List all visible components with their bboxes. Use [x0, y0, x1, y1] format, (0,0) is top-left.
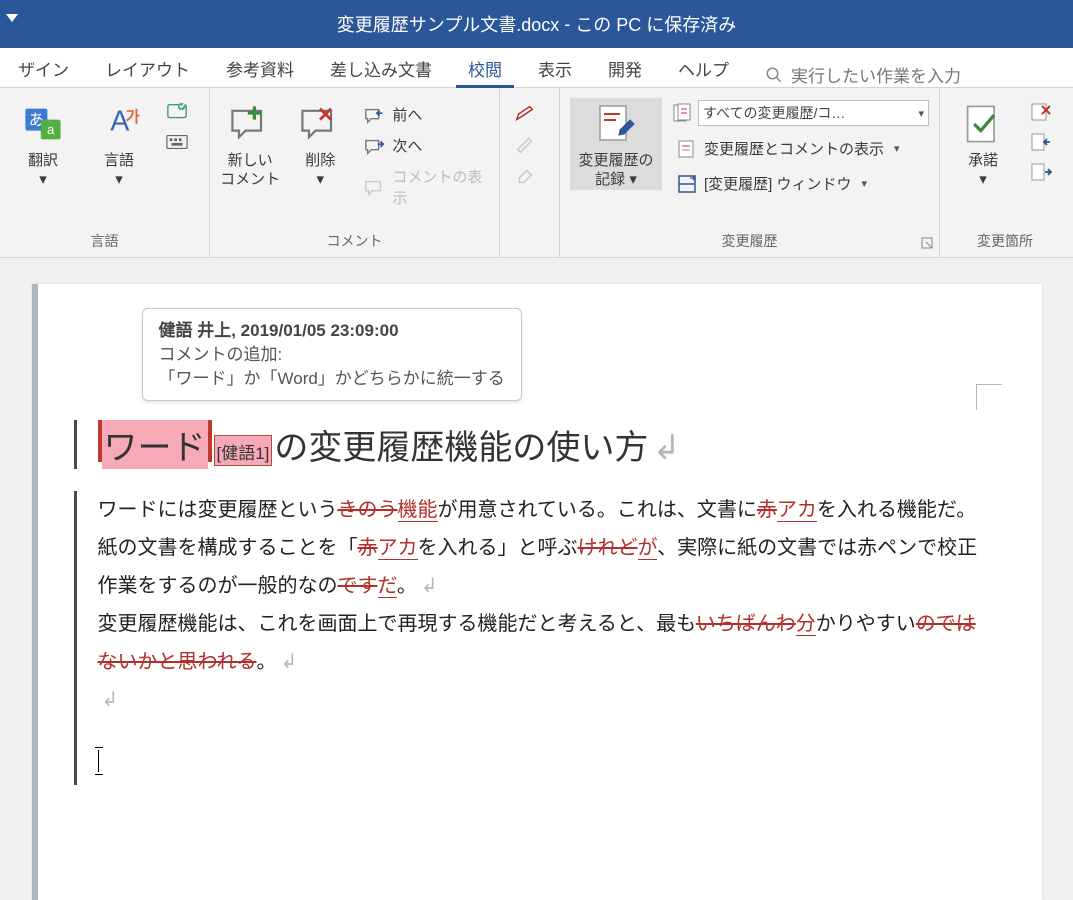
next-icon [364, 136, 386, 156]
heading-rest[interactable]: の変更履歴機能の使い方 [274, 420, 648, 469]
comment-reference[interactable]: [健語1] [214, 435, 273, 466]
reviewing-pane-button[interactable]: [変更履歴] ウィンドウ ▾ [672, 171, 929, 196]
document-page[interactable]: 健語 井上, 2019/01/05 23:09:00 コメントの追加: 「ワード… [32, 284, 1042, 900]
crop-mark [976, 384, 1002, 410]
comment-tooltip: 健語 井上, 2019/01/05 23:09:00 コメントの追加: 「ワード… [142, 308, 522, 401]
track-changes-button[interactable]: 変更履歴の 記録 ▾ [570, 98, 662, 190]
group-tracking: 変更履歴の 記録 ▾ すべての変更履歴/コ… ▾ 変更履歴とコメントの表示 ▾ [560, 88, 940, 257]
title-bar: 変更履歴サンプル文書.docx - この PC に保存済み [0, 0, 1073, 48]
ink-pen-button[interactable] [510, 102, 540, 126]
accessibility-icon [166, 102, 188, 122]
show-markup-button[interactable]: 変更履歴とコメントの表示 ▾ [672, 136, 929, 161]
next-comment-button[interactable]: 次へ [360, 133, 489, 158]
paragraph-1[interactable]: ワードには変更履歴というきのう機能が用意されている。これは、文書に赤アカを入れる… [98, 491, 982, 605]
show-comments-icon [364, 177, 386, 197]
tab-developer[interactable]: 開発 [590, 48, 660, 87]
keyboard-icon [166, 132, 188, 152]
pencil-icon [514, 134, 536, 154]
tab-mailings[interactable]: 差し込み文書 [312, 48, 450, 87]
group-changes: 承諾▾ 変更箇所 [940, 88, 1070, 257]
show-markup-icon [676, 139, 698, 159]
next-change-button[interactable] [1026, 160, 1056, 184]
track-changes-icon [594, 102, 638, 146]
tracking-launcher[interactable] [921, 237, 935, 251]
group-language: あa 翻訳▾ A가 言語▾ 言語 [0, 88, 210, 257]
delete-comment-icon [298, 102, 342, 146]
qat-dropdown-icon[interactable] [6, 14, 18, 22]
language-button[interactable]: A가 言語▾ [86, 98, 152, 190]
language-icon: A가 [97, 102, 141, 146]
next-change-icon [1030, 162, 1052, 182]
translate-icon: あa [21, 102, 65, 146]
display-mode-icon [672, 103, 692, 123]
document-canvas[interactable]: 健語 井上, 2019/01/05 23:09:00 コメントの追加: 「ワード… [0, 258, 1073, 900]
paragraph-mark: ↲ [281, 651, 298, 673]
document-body[interactable]: ワードには変更履歴というきのう機能が用意されている。これは、文書に赤アカを入れる… [74, 491, 982, 785]
tooltip-label: コメントの追加: [159, 343, 505, 367]
tell-me-search[interactable]: 実行したい作業を入力 [747, 62, 961, 87]
title-save-state: この PC に保存済み [575, 11, 736, 37]
paragraph-mark: ↲ [102, 689, 119, 711]
heading-highlight[interactable]: ワード [102, 420, 208, 469]
paragraph-mark: ↲ [652, 428, 681, 468]
new-comment-button[interactable]: 新しい コメント [220, 98, 280, 190]
title-filename: 変更履歴サンプル文書.docx [337, 11, 559, 37]
tab-review[interactable]: 校閲 [450, 48, 520, 87]
prev-change-icon [1030, 132, 1052, 152]
text-cursor-line[interactable] [98, 747, 982, 785]
reject-button[interactable] [1026, 100, 1056, 124]
tooltip-text: 「ワード」か「Word」かどちらかに統一する [159, 367, 505, 391]
ink-pencil-button [510, 132, 540, 156]
paragraph-empty[interactable]: ↲ [98, 681, 982, 719]
reject-icon [1030, 102, 1052, 122]
tab-design[interactable]: ザイン [0, 48, 87, 87]
group-label-changes: 変更箇所 [950, 227, 1060, 257]
tab-references[interactable]: 参考資料 [208, 48, 312, 87]
ribbon-tabs: ザイン レイアウト 参考資料 差し込み文書 校閲 表示 開発 ヘルプ 実行したい… [0, 48, 1073, 88]
tooltip-author: 健語 井上, 2019/01/05 23:09:00 [159, 319, 505, 343]
paragraph-mark: ↲ [421, 575, 438, 597]
paragraph-2[interactable]: 変更履歴機能は、これを画面上で再現する機能だと考えると、最もいちばんわ分かりやす… [98, 605, 982, 681]
group-comments: 新しい コメント 削除▾ 前へ 次へ コメントの表示 [210, 88, 500, 257]
ink-eraser-button [510, 162, 540, 186]
group-label-language: 言語 [10, 227, 199, 257]
previous-icon [364, 105, 386, 125]
tab-layout[interactable]: レイアウト [87, 48, 208, 87]
svg-text:a: a [47, 122, 55, 137]
previous-change-button[interactable] [1026, 130, 1056, 154]
display-mode-dropdown[interactable]: すべての変更履歴/コ… ▾ [698, 100, 929, 126]
svg-text:가: 가 [126, 108, 140, 126]
previous-comment-button[interactable]: 前へ [360, 102, 489, 127]
accept-icon [961, 102, 1005, 146]
text-cursor [98, 750, 99, 772]
tab-help[interactable]: ヘルプ [660, 48, 747, 87]
translate-button[interactable]: あa 翻訳▾ [10, 98, 76, 190]
pen-icon [514, 104, 536, 124]
tab-view[interactable]: 表示 [520, 48, 590, 87]
ribbon: あa 翻訳▾ A가 言語▾ 言語 [0, 88, 1073, 258]
document-heading[interactable]: ワード [健語1] の変更履歴機能の使い方 ↲ [74, 420, 982, 469]
show-comments-button: コメントの表示 [360, 164, 489, 210]
keyboard-button[interactable] [162, 130, 192, 154]
chevron-down-icon: ▾ [912, 107, 924, 120]
eraser-icon [514, 164, 536, 184]
group-label-comments: コメント [220, 227, 489, 257]
group-label-tracking: 変更履歴 [570, 227, 929, 257]
comment-anchor-bar [208, 420, 212, 462]
accept-button[interactable]: 承諾▾ [950, 98, 1016, 190]
delete-comment-button[interactable]: 削除▾ [290, 98, 350, 190]
group-ink [500, 88, 560, 257]
search-icon [765, 66, 783, 84]
new-comment-icon [228, 102, 272, 146]
tell-me-placeholder: 実行したい作業を入力 [791, 62, 961, 87]
accessibility-button[interactable] [162, 100, 192, 124]
reviewing-pane-icon [676, 174, 698, 194]
